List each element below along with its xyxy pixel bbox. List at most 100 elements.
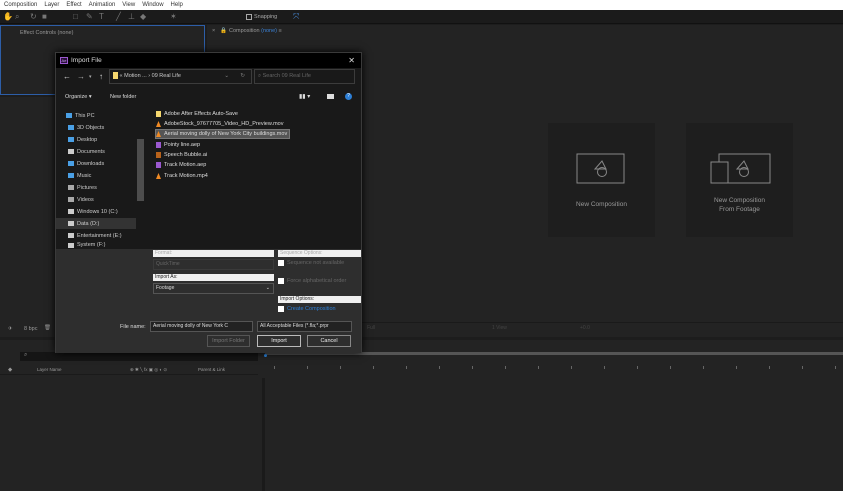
hand-tool-icon[interactable]: ✋: [3, 12, 13, 22]
recent-dropdown-icon[interactable]: ▾: [89, 74, 92, 80]
tools-toolbar: ✋ ⌕ ↻ ■ □ ✎ T ╱ ⊥ ◆ ✶ Snapping ⤧: [0, 10, 843, 24]
breadcrumb-current[interactable]: 09 Real Life: [152, 73, 181, 79]
nav-downloads[interactable]: Downloads: [68, 158, 146, 169]
file-item-selected[interactable]: Aerial moving dolly of New York City bui…: [154, 129, 291, 139]
import-as-select[interactable]: Footage ⌄: [153, 283, 274, 294]
new-composition-card[interactable]: New Composition: [548, 123, 655, 237]
nav-entertainment-e[interactable]: Entertainment (E:): [68, 230, 146, 241]
desktop-icon: [68, 137, 74, 142]
new-folder-button[interactable]: New folder: [110, 94, 136, 100]
exposure-value[interactable]: +0.0: [580, 323, 590, 333]
nav-documents[interactable]: Documents: [68, 146, 146, 157]
menu-view[interactable]: View: [122, 2, 135, 8]
expand-icon[interactable]: ⤧: [293, 12, 299, 22]
preview-pane-icon[interactable]: [327, 94, 334, 99]
close-icon[interactable]: ×: [212, 28, 215, 34]
camera-tool-icon[interactable]: ■: [42, 12, 47, 22]
nav-this-pc[interactable]: This PC: [66, 110, 144, 121]
file-item[interactable]: Speech Bubble.ai: [156, 151, 209, 159]
menu-help[interactable]: Help: [171, 2, 183, 8]
time-ruler[interactable]: [265, 358, 843, 375]
nav-scrollbar-thumb[interactable]: [137, 139, 144, 201]
chevron-down-icon: ⌄: [265, 285, 270, 291]
stamp-tool-icon[interactable]: ⊥: [128, 12, 135, 22]
composition-tab[interactable]: Composition (none) ≡: [229, 28, 282, 34]
lock-icon[interactable]: 🔒: [220, 28, 227, 34]
format-select: QuickTime: [153, 259, 274, 270]
drive-icon: [68, 209, 74, 214]
address-bar[interactable]: « Motion ... › 09 Real Life ⌄ ↻: [109, 69, 252, 84]
puppet-tool-icon[interactable]: ✶: [170, 12, 177, 22]
help-icon[interactable]: ?: [345, 93, 352, 100]
import-folder-button[interactable]: Import Folder: [207, 335, 250, 347]
file-type-select[interactable]: All Acceptable Files (*.fla;*.prpr: [257, 321, 352, 332]
search-placeholder: Search 09 Real Life: [262, 73, 311, 79]
file-item[interactable]: Track Motion.aep: [156, 161, 208, 169]
music-icon: [68, 173, 74, 178]
import-button[interactable]: Import: [257, 335, 301, 347]
close-icon[interactable]: ✕: [348, 53, 355, 68]
breadcrumb-parent[interactable]: « Motion ...: [120, 73, 147, 79]
bpc-label[interactable]: 8 bpc: [24, 326, 37, 332]
menu-composition[interactable]: Composition: [4, 2, 37, 8]
file-name-input[interactable]: Aerial moving dolly of New York C: [150, 321, 253, 332]
type-tool-icon[interactable]: T: [99, 12, 104, 22]
menu-layer[interactable]: Layer: [44, 2, 59, 8]
views-select[interactable]: 1 View: [492, 323, 507, 333]
navigation-pane: This PC 3D Objects Desktop Documents Dow…: [56, 105, 146, 249]
up-icon[interactable]: ↑: [99, 72, 103, 81]
view-options-icon[interactable]: ▮▮ ▾: [299, 93, 310, 100]
rectangle-tool-icon[interactable]: □: [73, 12, 78, 22]
eraser-tool-icon[interactable]: ◆: [140, 12, 146, 22]
cancel-button[interactable]: Cancel: [307, 335, 351, 347]
download-icon: [68, 161, 74, 166]
refresh-icon[interactable]: ↻: [240, 70, 245, 83]
flowchart-icon[interactable]: ✈: [8, 326, 13, 332]
menu-effect[interactable]: Effect: [66, 2, 81, 8]
file-item[interactable]: Pointy line.aep: [156, 141, 202, 149]
trash-icon[interactable]: 🗑: [44, 325, 51, 331]
nav-music[interactable]: Music: [68, 170, 146, 181]
nav-pictures[interactable]: Pictures: [68, 182, 146, 193]
snapping-checkbox[interactable]: [246, 14, 252, 20]
parent-link-header[interactable]: Parent & Link: [198, 367, 225, 372]
zoom-select[interactable]: Full: [367, 323, 375, 333]
nav-system-f[interactable]: System (F:): [68, 241, 146, 249]
computer-icon: [66, 113, 72, 118]
chevron-down-icon[interactable]: ⌄: [224, 70, 229, 83]
nav-desktop[interactable]: Desktop: [68, 134, 146, 145]
composition-icon: [576, 153, 625, 184]
nav-data-d[interactable]: Data (D:): [56, 218, 136, 229]
back-icon[interactable]: ←: [63, 72, 71, 81]
menu-animation[interactable]: Animation: [89, 2, 116, 8]
aep-file-icon: [156, 162, 161, 168]
effect-controls-title: Effect Controls (none): [20, 30, 74, 36]
timeline-search-input[interactable]: ⌕: [20, 352, 258, 361]
nav-3d-objects[interactable]: 3D Objects: [68, 122, 146, 133]
rotate-tool-icon[interactable]: ↻: [30, 12, 37, 22]
search-input[interactable]: ⌕ Search 09 Real Life: [254, 69, 355, 84]
layer-name-header[interactable]: Layer Name: [37, 367, 62, 372]
new-composition-from-footage-card[interactable]: New Composition From Footage: [686, 123, 793, 237]
panel-divider[interactable]: [262, 378, 265, 491]
nav-windows-c[interactable]: Windows 10 (C:): [68, 206, 146, 217]
import-options-label: Import Options:: [278, 296, 361, 303]
file-item[interactable]: AdobeStock_97677705_Video_HD_Preview.mov: [156, 120, 285, 128]
sequence-checkbox[interactable]: Sequence not available: [278, 260, 344, 266]
file-item[interactable]: Track Motion.mp4: [156, 172, 210, 180]
new-composition-label: New Composition: [576, 201, 627, 208]
nav-videos[interactable]: Videos: [68, 194, 146, 205]
forward-icon[interactable]: →: [77, 72, 85, 81]
force-alphabetical-checkbox[interactable]: Force alphabetical order: [278, 278, 346, 284]
dialog-title: Import File: [71, 57, 102, 64]
file-item[interactable]: Adobe After Effects Auto-Save: [156, 110, 240, 118]
zoom-tool-icon[interactable]: ⌕: [15, 12, 19, 22]
playhead[interactable]: [264, 354, 267, 357]
brush-tool-icon[interactable]: ╱: [116, 12, 121, 22]
import-file-dialog: Ae Import File ✕ ← → ▾ ↑ « Motion ... › …: [55, 52, 362, 353]
dialog-titlebar: Ae Import File ✕: [56, 53, 361, 68]
create-composition-checkbox[interactable]: Create Composition: [278, 306, 336, 312]
menu-window[interactable]: Window: [142, 2, 163, 8]
pen-tool-icon[interactable]: ✎: [86, 12, 93, 22]
organize-button[interactable]: Organize ▾: [65, 94, 92, 100]
